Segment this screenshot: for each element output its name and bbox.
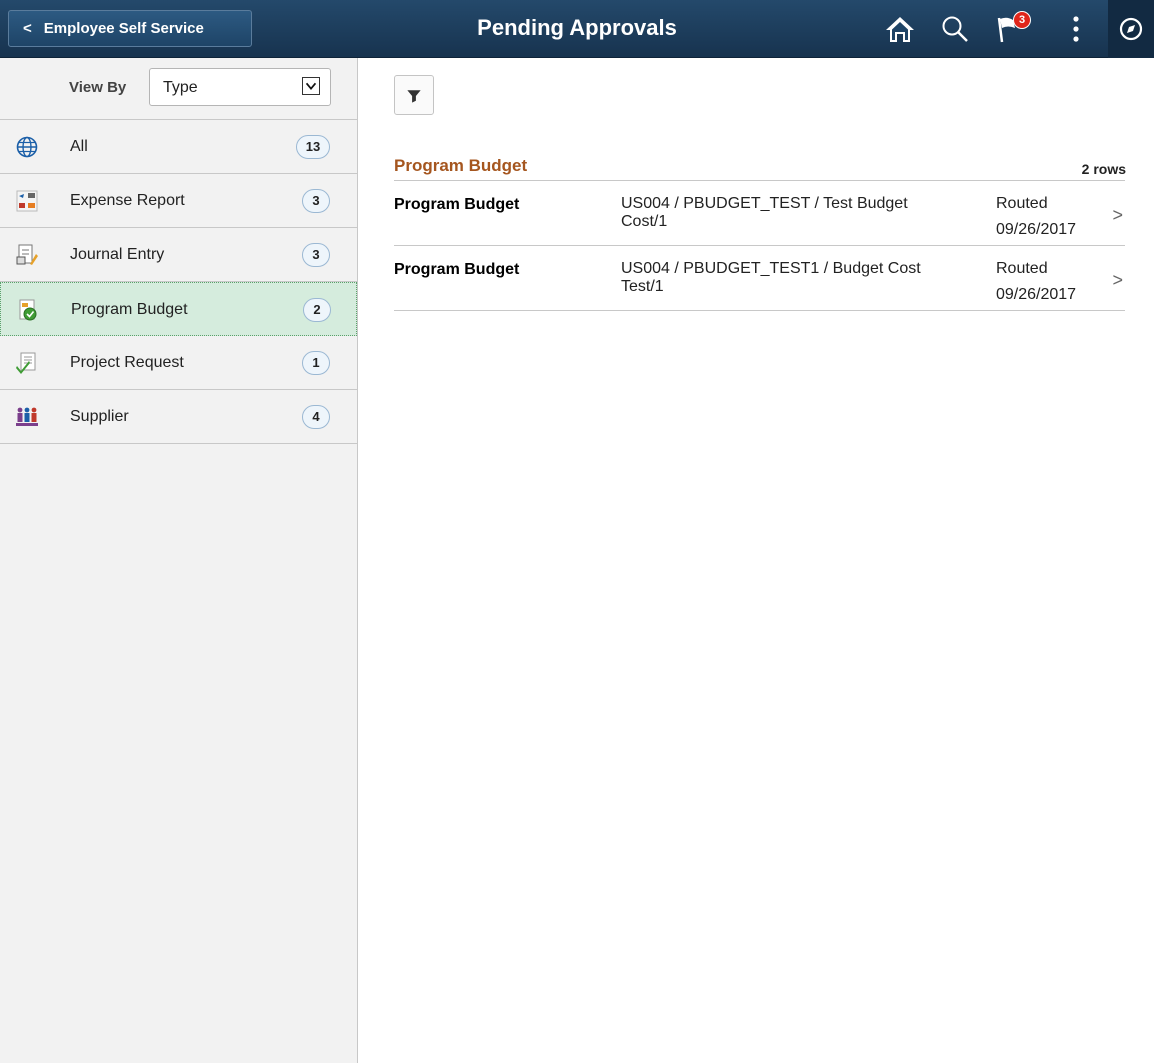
row-status: Routed [996,195,1048,212]
sidebar-item-expense-report[interactable]: Expense Report 3 [0,174,357,228]
count-badge: 2 [303,298,331,322]
rows-count: 2 rows [1081,161,1126,177]
chevron-down-icon [302,77,320,95]
sidebar-item-label: Program Budget [71,301,188,318]
kebab-menu-icon[interactable] [1066,14,1086,44]
sidebar-item-label: All [70,138,88,155]
sidebar-item-project-request[interactable]: Project Request 1 [0,336,357,390]
row-type: Program Budget [394,196,520,213]
expense-icon [16,190,38,212]
row-date: 09/26/2017 [996,221,1077,238]
sidebar: View By Type All 13 Expense Report 3 Jou… [0,58,358,1063]
sidebar-item-label: Supplier [70,408,129,425]
table-row[interactable]: Program Budget US004 / PBUDGET_TEST1 / B… [394,246,1125,311]
row-description: US004 / PBUDGET_TEST / Test Budget Cost/… [621,195,908,230]
search-icon[interactable] [940,14,970,44]
view-by-select[interactable]: Type [149,68,331,106]
count-badge: 1 [302,351,330,375]
section-title: Program Budget [394,156,528,175]
count-badge: 3 [302,243,330,267]
budget-icon [19,299,37,321]
home-icon[interactable] [884,14,916,44]
supplier-icon [16,407,38,426]
filter-icon [407,90,421,103]
type-list: All 13 Expense Report 3 Journal Entry 3 … [0,120,357,444]
project-icon [16,352,36,374]
sidebar-item-supplier[interactable]: Supplier 4 [0,390,357,444]
table-row[interactable]: Program Budget US004 / PBUDGET_TEST / Te… [394,181,1125,246]
globe-icon [16,136,38,158]
sidebar-item-label: Journal Entry [70,246,165,263]
count-badge: 3 [302,189,330,213]
row-date: 09/26/2017 [996,286,1077,303]
header-bar: < Employee Self Service Pending Approval… [0,0,1154,58]
chevron-right-icon: > [1112,270,1123,290]
sidebar-item-journal-entry[interactable]: Journal Entry 3 [0,228,357,282]
compass-icon [1119,17,1143,41]
back-button-label: Employee Self Service [43,20,204,37]
row-status: Routed [996,260,1048,277]
sidebar-item-all[interactable]: All 13 [0,120,357,174]
chevron-right-icon: > [1112,205,1123,225]
sidebar-item-program-budget[interactable]: Program Budget 2 [0,282,357,336]
journal-icon [16,244,38,265]
row-description: US004 / PBUDGET_TEST1 / Budget Cost Test… [621,260,921,295]
notification-badge: 3 [1013,11,1031,29]
view-by-value: Type [163,79,198,96]
view-by-label: View By [69,79,127,96]
sidebar-item-label: Project Request [70,354,184,371]
chevron-left-icon: < [23,20,32,37]
count-badge: 13 [296,135,330,159]
filter-button[interactable] [394,75,434,115]
navbar-button[interactable] [1108,0,1154,58]
sidebar-item-label: Expense Report [70,192,185,209]
count-badge: 4 [302,405,330,429]
row-type: Program Budget [394,261,520,278]
view-by-bar: View By Type [0,58,357,120]
back-button[interactable]: < Employee Self Service [8,10,252,47]
